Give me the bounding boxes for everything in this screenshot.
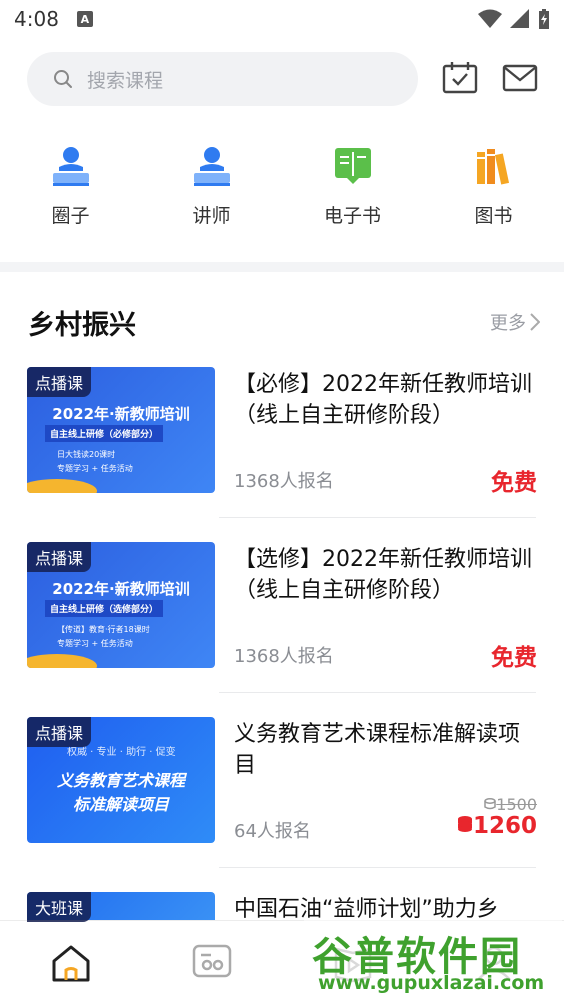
calendar-check-icon[interactable] [442,60,478,94]
course-item[interactable]: 点播课 2022年·新教师培训 自主线上研修（必修部分） 日大钱读20课时 专题… [27,367,537,496]
section-title: 乡村振兴 [28,309,136,341]
course-thumbnail: 点播课 2022年·新教师培训 自主线上研修（必修部分） 日大钱读20课时 专题… [27,367,215,493]
quick-nav-books[interactable]: 图书 [423,145,564,235]
signal-icon [510,9,529,28]
thumb-line: 日大钱读20课时 [57,450,116,459]
thumb-title: 2022年·新教师培训 [52,580,190,598]
books-icon [473,145,515,187]
notification-icon: A [76,11,93,27]
quick-nav-label: 图书 [474,205,513,227]
course-type-badge: 大班课 [27,892,92,922]
search-placeholder: 搜索课程 [87,69,164,92]
watermark-url: www.gupuxlazai.com [318,972,545,994]
watermark-logo: 谷普软件园 www.gupuxlazai.com [304,918,562,1004]
home-tab[interactable] [0,921,141,1004]
quick-nav-label: 圈子 [51,205,90,227]
quick-nav-label: 电子书 [323,205,381,227]
more-link[interactable]: 更多 [490,309,540,335]
course-thumbnail: 点播课 权威 · 专业 · 助行 · 促变 义务教育艺术课程 标准解读项目 [27,717,215,843]
price-value: 1260 [472,813,537,839]
thumb-title: 2022年·新教师培训 [52,405,190,423]
course-title: 【选修】2022年新任教师培训（线上自主研修阶段） [234,547,532,603]
thumb-subtitle: 自主线上研修（选修部分） [45,600,163,617]
course-item[interactable]: 点播课 2022年·新教师培训 自主线上研修（选修部分） 【传道】教育·行者18… [27,542,537,671]
group-icon [192,944,231,977]
thumb-line: 专题学习 + 任务活动 [57,639,133,648]
status-time: 4:08 [14,7,59,31]
mail-icon[interactable] [502,64,538,92]
ebook-icon [332,145,374,187]
teacher-icon [50,145,92,187]
row-separator [219,517,536,518]
course-price: 免费 [491,470,537,496]
thumb-title: 义务教育艺术课程 [56,771,185,790]
thumb-line: 专题学习 + 任务活动 [57,464,133,473]
thumb-line: 【传道】教育·行者18课时 [57,625,150,634]
section-header: 乡村振兴 更多 [28,300,540,344]
search-row: 搜索课程 [27,52,540,106]
more-label: 更多 [490,313,526,334]
quick-nav-label: 讲师 [192,205,231,227]
row-separator [219,867,536,868]
wifi-icon [478,9,502,28]
home-icon [52,945,89,981]
quick-nav-circle[interactable]: 圈子 [0,145,141,235]
course-thumbnail: 大班课 [27,892,215,922]
search-icon [54,70,72,88]
course-thumbnail: 点播课 2022年·新教师培训 自主线上研修（选修部分） 【传道】教育·行者18… [27,542,215,668]
quick-nav-lecturer[interactable]: 讲师 [141,145,282,235]
course-enroll-count: 1368人报名 [234,646,334,667]
course-enroll-count: 1368人报名 [234,471,334,492]
course-item[interactable]: 点播课 权威 · 专业 · 助行 · 促变 义务教育艺术课程 标准解读项目 义务… [27,717,537,843]
status-bar: 4:08 A [0,0,564,38]
course-enroll-count: 64人报名 [234,821,311,842]
search-input[interactable]: 搜索课程 [27,52,418,106]
course-title: 义务教育艺术课程标准解读项目 [234,722,521,778]
course-type-badge: 点播课 [27,542,92,572]
coin-icon [484,798,497,810]
class-tab[interactable] [141,921,282,1004]
battery-icon [539,9,549,29]
thumb-decoration [27,479,97,493]
thumb-subtitle: 标准解读项目 [72,795,169,814]
lecturer-icon [191,145,233,187]
course-type-badge: 点播课 [27,367,92,397]
chevron-right-icon [530,313,540,331]
quick-nav: 圈子 讲师 电子书 图书 [0,145,564,235]
course-price: 免费 [491,645,537,671]
course-title: 【必修】2022年新任教师培训（线上自主研修阶段） [234,372,532,428]
course-price: 1260 [457,813,537,839]
quick-nav-ebook[interactable]: 电子书 [282,145,423,235]
coin-icon [457,816,472,832]
row-separator [219,692,536,693]
thumb-decoration [27,654,97,668]
course-type-badge: 点播课 [27,717,92,747]
course-original-price: 1500 [484,795,537,814]
status-icons [478,9,550,29]
thumb-subtitle: 自主线上研修（必修部分） [45,425,163,442]
original-price-value: 1500 [496,795,537,814]
section-divider [0,262,564,272]
